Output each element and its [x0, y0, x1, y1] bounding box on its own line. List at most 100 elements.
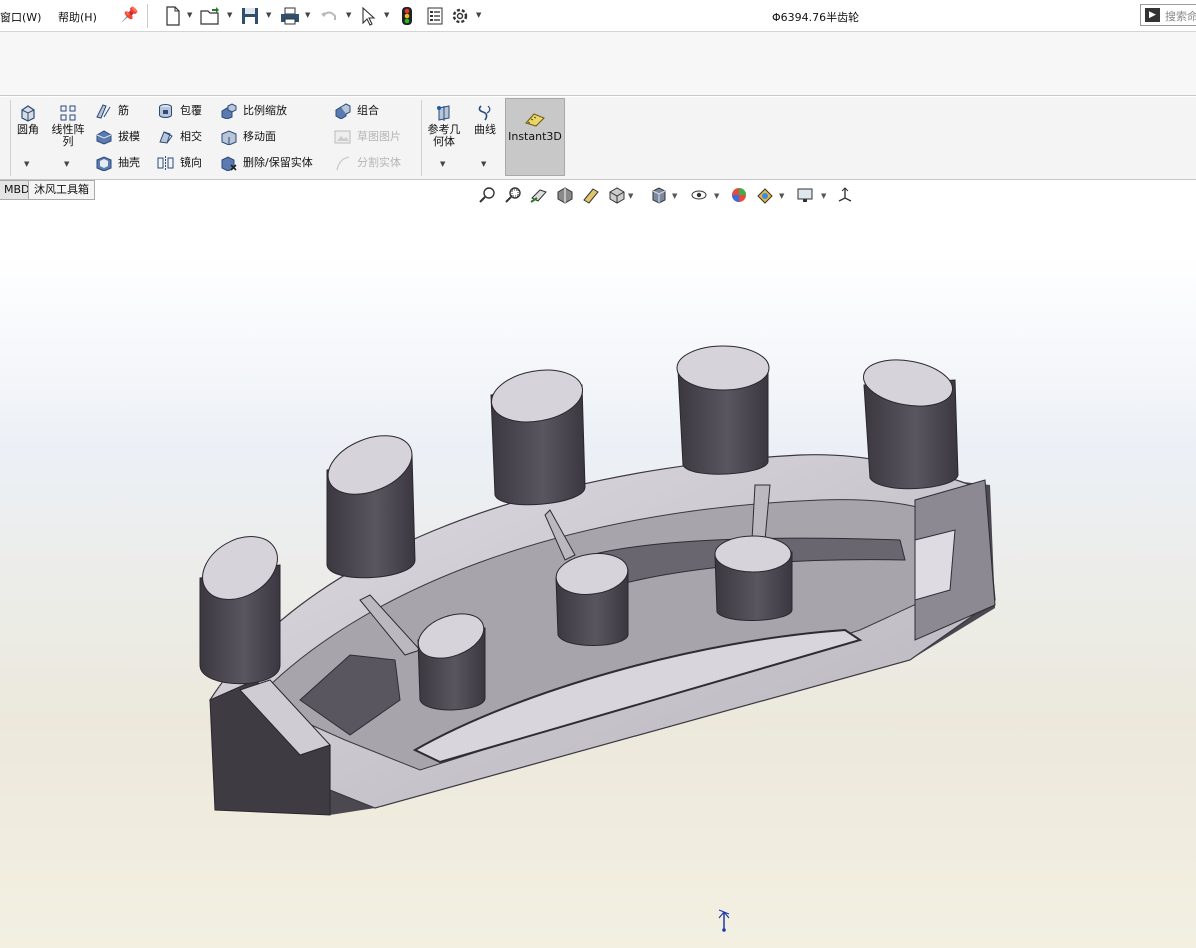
display-style-dropdown-icon[interactable]: ▼: [672, 192, 677, 200]
wrap-icon: [159, 104, 172, 118]
save-dropdown-icon[interactable]: ▼: [266, 11, 271, 19]
undo-icon[interactable]: [320, 6, 338, 26]
view-settings-dropdown-icon[interactable]: ▼: [821, 192, 826, 200]
linear-pattern-button[interactable]: 线性阵 列: [48, 104, 88, 148]
shell-button[interactable]: 抽壳: [95, 154, 140, 172]
draft-label: 拔模: [118, 130, 140, 143]
shell-icon: [96, 156, 112, 171]
scale-button[interactable]: 比例缩放: [220, 102, 287, 120]
shell-label: 抽壳: [118, 156, 140, 169]
curves-button[interactable]: 曲线: [470, 104, 500, 136]
dynamic-annotation-icon[interactable]: [582, 186, 600, 204]
mirror-icon: [157, 156, 174, 170]
rib-button[interactable]: 筋: [95, 102, 129, 120]
curves-dropdown-icon[interactable]: ▼: [481, 160, 486, 168]
reference-geometry-button[interactable]: 参考几 何体: [423, 104, 465, 148]
boss-inner-2[interactable]: [554, 549, 631, 646]
instant3d-icon: [525, 113, 545, 127]
rebuild-icon[interactable]: [400, 6, 414, 26]
combine-label: 组合: [357, 104, 379, 117]
split-body-label: 分割实体: [357, 156, 401, 169]
graphics-area[interactable]: [0, 180, 1196, 948]
wrap-label: 包覆: [180, 104, 202, 117]
triad-icon[interactable]: [836, 186, 854, 204]
options-dropdown-icon[interactable]: ▼: [476, 11, 481, 19]
linear-pattern-dropdown-icon[interactable]: ▼: [64, 160, 69, 168]
open-icon[interactable]: [200, 6, 222, 26]
boss-2[interactable]: [319, 424, 420, 579]
model-viewport[interactable]: [0, 180, 1196, 948]
apply-scene-dropdown-icon[interactable]: ▼: [779, 192, 784, 200]
print-icon[interactable]: [280, 6, 300, 26]
save-icon[interactable]: [241, 6, 259, 26]
fillet-dropdown-icon[interactable]: ▼: [24, 160, 29, 168]
instant3d-label: Instant3D: [508, 130, 562, 143]
linear-pattern-label-2: 列: [62, 135, 74, 148]
tab-toolbox[interactable]: 沐风工具箱: [28, 180, 95, 200]
boss-5[interactable]: [860, 354, 959, 490]
origin-triad-icon: [718, 909, 730, 932]
reference-geometry-icon: [437, 105, 450, 121]
intersect-label: 相交: [180, 130, 202, 143]
curves-icon: [478, 105, 491, 121]
print-dropdown-icon[interactable]: ▼: [305, 11, 310, 19]
view-settings-icon[interactable]: [796, 186, 814, 204]
search-command-icon: ▶: [1145, 8, 1160, 22]
split-body-icon: [336, 156, 350, 171]
move-face-button[interactable]: 移动面: [220, 128, 276, 146]
view-orientation-icon[interactable]: [608, 186, 626, 204]
rib-label: 筋: [118, 104, 129, 117]
split-body-button[interactable]: 分割实体: [334, 154, 401, 172]
boss-4[interactable]: [676, 345, 770, 475]
combine-icon: [335, 103, 351, 119]
curves-label: 曲线: [474, 123, 496, 136]
scale-label: 比例缩放: [243, 104, 287, 117]
sketch-picture-button[interactable]: 草图图片: [334, 128, 401, 146]
menu-window[interactable]: 窗口(W): [0, 9, 41, 25]
fillet-icon: [21, 105, 35, 122]
boss-3[interactable]: [487, 363, 586, 506]
section-view-icon[interactable]: [556, 186, 574, 204]
fillet-button[interactable]: 圆角: [13, 104, 43, 136]
sketch-picture-label: 草图图片: [357, 130, 401, 143]
delete-keep-body-button[interactable]: 删除/保留实体: [220, 154, 313, 172]
new-document-icon[interactable]: [164, 6, 182, 26]
options-icon[interactable]: [451, 6, 469, 26]
fillet-label: 圆角: [17, 123, 39, 136]
zoom-to-fit-icon[interactable]: [478, 186, 496, 204]
menu-help[interactable]: 帮助(H): [58, 9, 97, 25]
view-orientation-dropdown-icon[interactable]: ▼: [628, 192, 633, 200]
zoom-to-area-icon[interactable]: [504, 186, 522, 204]
select-dropdown-icon[interactable]: ▼: [384, 11, 389, 19]
combine-button[interactable]: 组合: [334, 102, 379, 120]
wrap-button[interactable]: 包覆: [157, 102, 202, 120]
boss-1[interactable]: [191, 524, 288, 685]
mirror-label: 镜向: [180, 156, 202, 169]
delete-keep-body-label: 删除/保留实体: [243, 156, 313, 169]
new-dropdown-icon[interactable]: ▼: [187, 11, 192, 19]
hide-show-items-icon[interactable]: [690, 186, 708, 204]
select-icon[interactable]: [360, 6, 378, 26]
pin-menu-icon[interactable]: 📌: [121, 7, 138, 23]
undo-dropdown-icon[interactable]: ▼: [346, 11, 351, 19]
search-box[interactable]: ▶ 搜索命: [1140, 4, 1196, 26]
linear-pattern-icon: [60, 105, 76, 121]
instant3d-button[interactable]: Instant3D: [505, 98, 565, 176]
scale-icon: [221, 103, 237, 119]
delete-body-icon: [221, 156, 237, 171]
move-face-label: 移动面: [243, 130, 276, 143]
draft-icon: [96, 130, 112, 145]
boss-inner-3[interactable]: [714, 535, 793, 621]
hide-show-dropdown-icon[interactable]: ▼: [714, 192, 719, 200]
apply-scene-icon[interactable]: [756, 186, 774, 204]
reference-geometry-dropdown-icon[interactable]: ▼: [440, 160, 445, 168]
file-properties-icon[interactable]: [426, 6, 444, 26]
display-style-icon[interactable]: [650, 186, 668, 204]
previous-view-icon[interactable]: [530, 186, 548, 204]
open-dropdown-icon[interactable]: ▼: [227, 11, 232, 19]
draft-button[interactable]: 拔模: [95, 128, 140, 146]
intersect-button[interactable]: 相交: [157, 128, 202, 146]
mirror-button[interactable]: 镜向: [157, 154, 202, 172]
edit-appearance-icon[interactable]: [730, 186, 748, 204]
reference-geometry-label-2: 何体: [433, 135, 455, 148]
